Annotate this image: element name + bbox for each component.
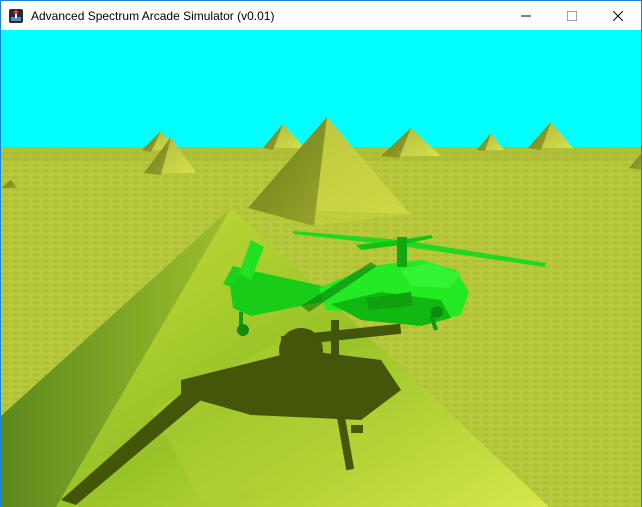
minimize-button[interactable] — [503, 1, 549, 30]
game-scene — [1, 30, 641, 507]
maximize-button[interactable] — [549, 1, 595, 30]
close-button[interactable] — [595, 1, 641, 30]
app-window: Advanced Spectrum Arcade Simulator (v0.0… — [0, 0, 642, 507]
joystick-app-icon — [9, 8, 23, 23]
window-title: Advanced Spectrum Arcade Simulator (v0.0… — [31, 8, 275, 23]
maximize-icon — [567, 10, 577, 21]
close-icon — [613, 10, 623, 21]
game-viewport[interactable] — [1, 30, 641, 507]
minimize-icon — [521, 15, 531, 16]
